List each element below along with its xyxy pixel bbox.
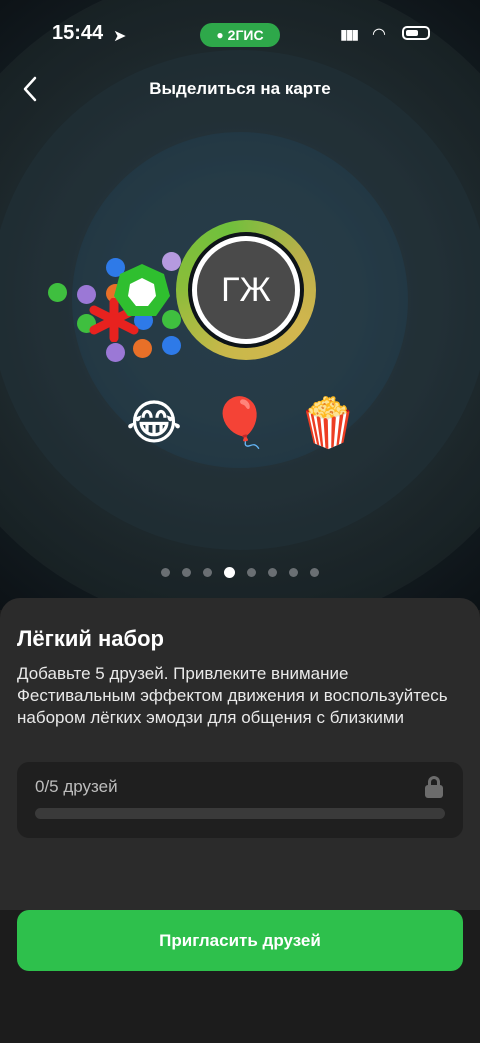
page-dot	[310, 568, 319, 577]
app-badge[interactable]: ● 2ГИС	[200, 23, 280, 47]
pin-icon: ●	[216, 28, 224, 42]
page-dot	[203, 568, 212, 577]
popcorn-emoji-icon: 🍿	[298, 397, 358, 450]
confetti-dot	[106, 343, 125, 362]
progress-bar	[35, 808, 445, 819]
page-dot	[182, 568, 191, 577]
page-dot-active	[224, 567, 235, 578]
page-dot	[247, 568, 256, 577]
progress-card: 0/5 друзей	[17, 762, 463, 838]
page-dot	[268, 568, 277, 577]
wifi-icon: ◠	[372, 26, 386, 43]
sheet-heading: Лёгкий набор	[17, 626, 164, 651]
status-bar: 15:44 ➤ ● 2ГИС ▮▮▮ ◠	[0, 0, 480, 70]
avatar-initials: ГЖ	[221, 270, 271, 309]
page-indicator	[0, 567, 480, 578]
app-badge-label: 2ГИС	[227, 27, 264, 43]
battery-icon	[402, 26, 430, 40]
page-dot	[289, 568, 298, 577]
confetti-dot	[48, 283, 67, 302]
confetti-dot	[162, 336, 181, 355]
avatar-ring-gap: ГЖ	[188, 232, 304, 348]
cellular-signal-icon: ▮▮▮	[340, 26, 359, 42]
avatar: ГЖ	[197, 241, 295, 339]
progress-label: 0/5 друзей	[35, 777, 118, 796]
page-dot	[161, 568, 170, 577]
avatar-ring: ГЖ	[176, 220, 316, 360]
status-time: 15:44	[52, 22, 104, 44]
sheet-description: Добавьте 5 друзей. Привлеките внимание Ф…	[17, 664, 448, 727]
lock-icon	[425, 776, 443, 798]
avatar-border: ГЖ	[192, 236, 300, 344]
location-arrow-icon: ➤	[113, 28, 127, 45]
invite-friends-button[interactable]: Пригласить друзей	[17, 910, 463, 971]
green-hexagon-icon	[114, 264, 170, 316]
balloons-emoji-icon: 🎈	[210, 397, 270, 450]
page-title: Выделиться на карте	[149, 79, 331, 98]
laughing-emoji-icon: 😂	[126, 397, 183, 450]
